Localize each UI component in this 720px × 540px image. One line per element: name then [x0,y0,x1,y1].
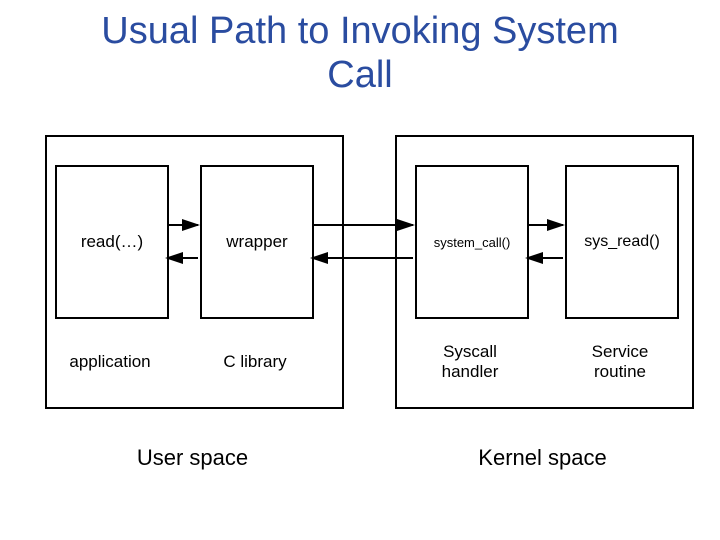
sys-read-label: sys_read() [584,233,660,251]
c-library-label: C library [200,352,310,372]
slide-title: Usual Path to Invoking System Call [0,0,720,97]
system-call-box: system_call() [415,165,529,319]
application-label: application [55,352,165,372]
service-routine-label: Service routine [565,342,675,383]
sys-read-box: sys_read() [565,165,679,319]
user-space-label: User space [45,445,340,471]
kernel-space-label: Kernel space [395,445,690,471]
system-call-label: system_call() [434,235,511,250]
wrapper-box: wrapper [200,165,314,319]
title-line-2: Call [327,54,392,96]
wrapper-label: wrapper [226,232,287,252]
syscall-handler-label: Syscall handler [415,342,525,383]
read-box: read(…) [55,165,169,319]
read-label: read(…) [81,232,143,252]
title-line-1: Usual Path to Invoking System [101,10,618,52]
